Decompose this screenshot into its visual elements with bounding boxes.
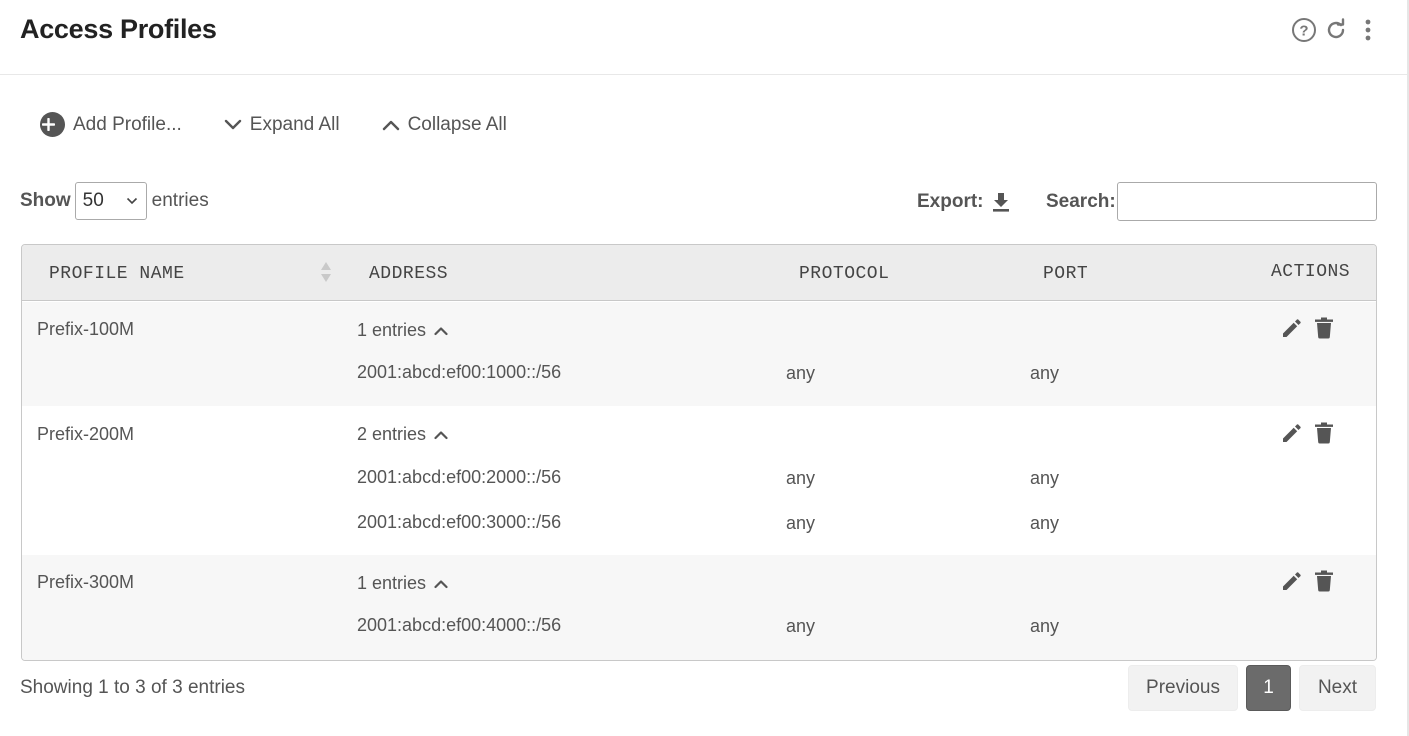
chevron-down-icon — [224, 119, 241, 129]
entries-toggle[interactable]: 2 entries — [357, 424, 448, 445]
profiles-table: PROFILE NAME ADDRESS PROTOCOL PORT ACTIO… — [21, 244, 1377, 661]
search-label: Search: — [1046, 191, 1116, 212]
search-input[interactable] — [1117, 182, 1377, 221]
col-port: PORT — [1043, 264, 1089, 284]
collapse-all-label: Collapse All — [407, 113, 507, 135]
entry-port: any — [1030, 468, 1060, 488]
row-actions — [1281, 316, 1335, 340]
entries-toggle[interactable]: 1 entries — [357, 573, 448, 594]
entries-label: entries — [151, 190, 209, 211]
entry-protocol: any — [786, 363, 816, 383]
entries-toggle[interactable]: 1 entries — [357, 320, 448, 341]
chevron-up-icon — [434, 326, 448, 335]
chevron-down-icon — [126, 197, 137, 205]
show-label: Show — [20, 190, 71, 211]
edit-icon[interactable] — [1281, 421, 1303, 445]
row-actions — [1281, 569, 1335, 593]
chevron-up-icon — [434, 430, 448, 439]
export-label: Export: — [917, 191, 984, 212]
chevron-up-icon — [382, 120, 399, 130]
entries-count: 1 entries — [357, 573, 427, 593]
entries-count: 1 entries — [357, 320, 427, 340]
length-control: Show 50 entries — [20, 182, 209, 220]
profile-name: Prefix-100M — [37, 319, 135, 339]
header-actions: ? — [1291, 17, 1381, 43]
table-header: PROFILE NAME ADDRESS PROTOCOL PORT ACTIO… — [22, 245, 1376, 301]
row-actions — [1281, 421, 1335, 445]
table-info: Showing 1 to 3 of 3 entries — [20, 677, 245, 698]
page-title: Access Profiles — [20, 14, 217, 44]
col-address: ADDRESS — [369, 264, 449, 284]
col-protocol: PROTOCOL — [799, 264, 890, 284]
table-controls: Show 50 entries Export: Search: — [20, 182, 1377, 222]
delete-icon[interactable] — [1313, 569, 1335, 593]
table-row: Prefix-300M 1 entries 2001:abcd:ef00:400… — [22, 555, 1376, 660]
svg-text:?: ? — [1299, 23, 1308, 40]
refresh-icon[interactable] — [1323, 17, 1349, 43]
col-profile-name[interactable]: PROFILE NAME — [49, 264, 185, 284]
export-button[interactable]: Export: — [917, 191, 1010, 213]
plus-circle-icon — [40, 112, 65, 137]
table-row: Prefix-200M 2 entries 2001:abcd:ef00:200… — [22, 406, 1376, 555]
download-icon — [992, 193, 1009, 212]
page-header: Access Profiles ? — [0, 0, 1407, 75]
add-profile-label: Add Profile... — [73, 113, 182, 135]
profile-name: Prefix-200M — [37, 424, 135, 444]
page-length-value: 50 — [82, 190, 104, 211]
expand-all-button[interactable]: Expand All — [224, 114, 340, 136]
add-profile-button[interactable]: Add Profile... — [40, 112, 182, 137]
previous-button[interactable]: Previous — [1128, 665, 1238, 711]
collapse-all-button[interactable]: Collapse All — [382, 114, 507, 136]
entry-port: any — [1030, 363, 1060, 383]
delete-icon[interactable] — [1313, 421, 1335, 445]
entry-address: 2001:abcd:ef00:4000::/56 — [357, 615, 562, 635]
entries-count: 2 entries — [357, 424, 427, 444]
chevron-up-icon — [434, 579, 448, 588]
entry-address: 2001:abcd:ef00:3000::/56 — [357, 512, 562, 532]
help-circle-icon[interactable]: ? — [1291, 17, 1317, 43]
col-actions: ACTIONS — [1271, 262, 1351, 282]
entry-address: 2001:abcd:ef00:2000::/56 — [357, 467, 562, 487]
entry-port: any — [1030, 513, 1060, 533]
page-length-select[interactable]: 50 — [74, 182, 147, 220]
delete-icon[interactable] — [1313, 316, 1335, 340]
edit-icon[interactable] — [1281, 569, 1303, 593]
entry-protocol: any — [786, 513, 816, 533]
table-row: Prefix-100M 1 entries 2001:abcd:ef00:100… — [22, 302, 1376, 406]
sort-icon[interactable] — [320, 261, 332, 283]
entry-port: any — [1030, 616, 1060, 636]
expand-all-label: Expand All — [249, 113, 340, 135]
toolbar: Add Profile... Expand All Collapse All — [40, 112, 549, 137]
page-button-current[interactable]: 1 — [1246, 665, 1291, 711]
entry-protocol: any — [786, 468, 816, 488]
more-vertical-icon[interactable] — [1355, 17, 1381, 43]
edit-icon[interactable] — [1281, 316, 1303, 340]
entry-address: 2001:abcd:ef00:1000::/56 — [357, 362, 562, 382]
entry-protocol: any — [786, 616, 816, 636]
next-button[interactable]: Next — [1299, 665, 1376, 711]
profile-name: Prefix-300M — [37, 572, 135, 592]
pagination: Previous 1 Next — [1128, 665, 1376, 711]
